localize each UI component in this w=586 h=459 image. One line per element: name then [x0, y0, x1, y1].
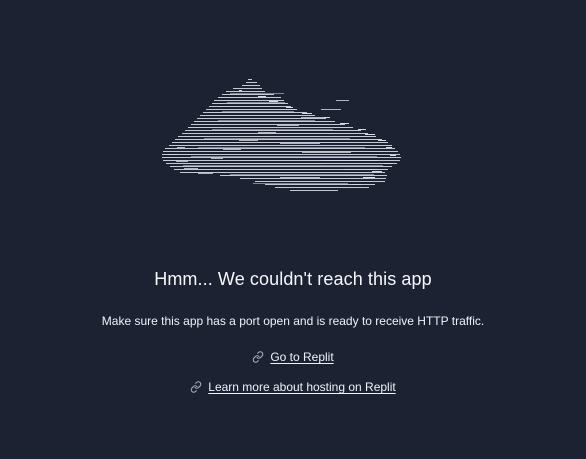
page-title: Hmm... We couldn't reach this app — [154, 269, 432, 289]
replit-unreachable-page: Hmm... We couldn't reach this app Make s… — [0, 0, 586, 459]
go-to-replit-link-row[interactable]: Go to Replit — [0, 349, 586, 365]
go-to-replit-link[interactable]: Go to Replit — [270, 349, 333, 365]
hosting-info-link-row[interactable]: Learn more about hosting on Replit — [0, 379, 586, 395]
page-subtitle: Make sure this app has a port open and i… — [101, 314, 485, 328]
link-icon — [190, 381, 202, 393]
ascii-cloud-icon — [160, 76, 405, 194]
cloud-illustration — [162, 79, 401, 191]
link-icon — [252, 351, 264, 363]
learn-more-hosting-link[interactable]: Learn more about hosting on Replit — [208, 379, 395, 395]
